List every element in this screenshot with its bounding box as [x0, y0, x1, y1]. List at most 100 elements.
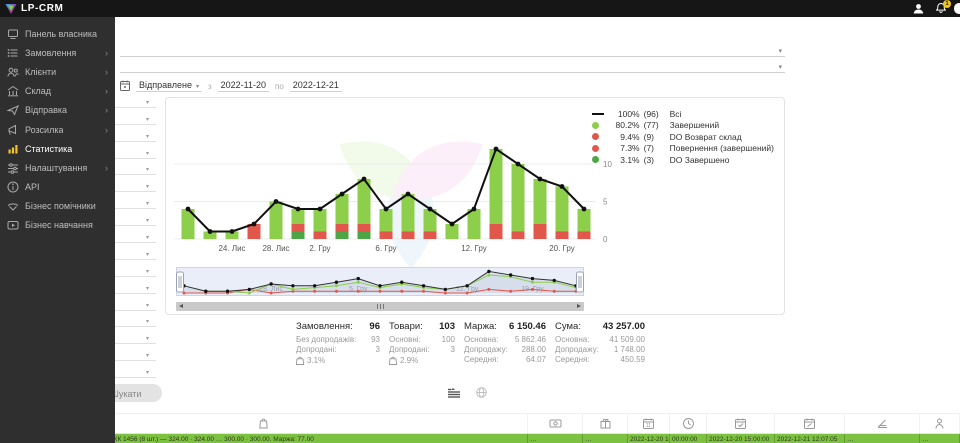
time-icon: [682, 417, 695, 430]
chat-icon-partial[interactable]: [954, 3, 960, 14]
sidebar: Панель власникаЗамовлення›Клієнти›Склад›…: [0, 17, 115, 443]
sidebar-item-api[interactable]: API: [0, 178, 115, 197]
date-from-input[interactable]: 2022-11-20: [218, 80, 269, 92]
order-row-cell: …: [528, 434, 583, 443]
chart-legend: 100%(96)Всі80.2%(77)Завершений9.4%(9)DO …: [592, 108, 774, 166]
clients-icon: [7, 66, 19, 78]
table-header-col-status-date[interactable]: [775, 414, 845, 433]
sidebar-item-statistics[interactable]: Статистика: [0, 139, 115, 158]
status-date-icon: [803, 417, 816, 430]
legend-item[interactable]: 9.4%(9)DO Возврат склад: [592, 131, 774, 143]
sidebar-item-warehouse[interactable]: Склад›: [0, 82, 115, 101]
legend-dot-marker: [592, 122, 599, 129]
top-bar: LP-CRM 1: [0, 0, 960, 17]
brand-logo[interactable]: LP-CRM: [0, 3, 63, 15]
products-filter-select[interactable]: ▾: [120, 40, 785, 57]
warehouse-icon: [7, 85, 19, 97]
sidebar-item-orders[interactable]: Замовлення›: [0, 43, 115, 62]
table-header-col-time[interactable]: [670, 414, 707, 433]
sidebar-item-clients[interactable]: Клієнти›: [0, 62, 115, 81]
order-row-cell: 2022-12-21 12:07:05: [775, 434, 845, 443]
legend-text: Повернення (завершений): [670, 143, 774, 153]
upsell-percent: 3.1%: [307, 356, 325, 365]
legend-text: (9): [644, 132, 670, 142]
svg-text:24. Лис: 24. Лис: [218, 244, 245, 253]
date-type-value: Відправлене: [139, 80, 192, 90]
lp-crm-statistics-page: LP-CRM 1 ▾▾▾▾▾▾▾▾▾▾▾▾▾▾▾▾▾▾ Шукати Панел…: [0, 0, 960, 443]
chevron-down-icon: ▾: [146, 268, 149, 275]
sidebar-item-shipping[interactable]: Відправка›: [0, 101, 115, 120]
order-row-cell: 00:00:00: [670, 434, 707, 443]
chevron-down-icon: ▾: [146, 352, 149, 359]
legend-text: (96): [644, 109, 670, 119]
scrollbar-grip[interactable]: [380, 304, 381, 309]
order-row-cell: …: [845, 434, 920, 443]
table-header-col-payment[interactable]: [528, 414, 583, 433]
chevron-down-icon: ▾: [146, 285, 149, 292]
legend-dot-marker: [592, 133, 599, 140]
sidebar-item-settings[interactable]: Налаштування›: [0, 158, 115, 177]
chevron-down-icon: ▾: [146, 234, 149, 241]
scroll-right-icon[interactable]: [577, 304, 581, 308]
cart-icon: [257, 417, 270, 430]
orders-table-header: 11: [0, 413, 960, 434]
date-to-input[interactable]: 2022-12-21: [290, 80, 342, 92]
sidebar-item-label: Склад: [25, 86, 51, 96]
chevron-right-icon: ›: [105, 125, 108, 135]
legend-text: 80.2%: [608, 120, 644, 130]
table-view-icon[interactable]: [448, 388, 460, 398]
table-header-col-sort[interactable]: [845, 414, 920, 433]
scroll-left-icon[interactable]: [179, 304, 183, 308]
table-header-col-manager[interactable]: [920, 414, 960, 433]
stat-value: 96: [369, 321, 380, 332]
sidebar-item-label: Бізнес навчання: [25, 220, 93, 230]
legend-text: DO Возврат склад: [670, 132, 774, 142]
orders-icon: [7, 47, 19, 59]
helpers-icon: [7, 200, 19, 212]
sidebar-item-label: Розсилка: [25, 125, 63, 135]
notifications-bell[interactable]: 1: [936, 3, 946, 14]
order-row-cell: …: [920, 434, 960, 443]
legend-text: (77): [644, 120, 670, 130]
orders-table-row[interactable]: Руслан … — 1 шт.: Magic Tracks … з КК 14…: [0, 434, 960, 443]
sidebar-item-label: Панель власника: [25, 29, 97, 39]
sidebar-item-helpers[interactable]: Бізнес помічники: [0, 197, 115, 216]
table-header-col-ship-date[interactable]: [707, 414, 775, 433]
globe-view-icon[interactable]: [476, 387, 487, 398]
chevron-down-icon: ▾: [146, 150, 149, 157]
legend-text: (3): [644, 155, 670, 165]
lp-crm-logo-icon: [5, 3, 17, 15]
chevron-down-icon: ▾: [146, 318, 149, 325]
chevron-down-icon: ▾: [146, 183, 149, 190]
stat-margin: Маржа:6 150.46 Основна:5 862.46 Допродаж…: [464, 321, 546, 365]
legend-item[interactable]: 7.3%(7)Повернення (завершений): [592, 143, 774, 155]
table-header-col-created-date[interactable]: 11: [628, 414, 670, 433]
legend-item[interactable]: 100%(96)Всі: [592, 108, 774, 120]
legend-text: (7): [644, 143, 670, 153]
sidebar-item-training[interactable]: Бізнес навчання: [0, 216, 115, 235]
sort-icon: [876, 417, 889, 430]
legend-item[interactable]: 3.1%(3)DO Завершено: [592, 154, 774, 166]
statistics-icon: [7, 143, 19, 155]
chart-navigator[interactable]: 28. Лис5. Гру12. Гру19. Гру: [176, 267, 584, 301]
main-chart-plot[interactable]: 051024. Лис28. Лис2. Гру6. Гру12. Гру20.…: [172, 106, 624, 258]
table-header-col-delivery[interactable]: [583, 414, 628, 433]
stat-total: Сума:43 257.00 Основна:41 509.00 Допрода…: [555, 321, 645, 365]
api-icon: [7, 181, 19, 193]
user-avatar-icon[interactable]: [913, 3, 924, 14]
sidebar-item-mailing[interactable]: Розсилка ›: [0, 120, 115, 139]
legend-item[interactable]: 80.2%(77)Завершений: [592, 120, 774, 132]
svg-text:5: 5: [603, 198, 608, 207]
ship-date-icon: [734, 417, 747, 430]
statuses-filter-select[interactable]: ▾: [120, 56, 785, 73]
payment-icon: [549, 417, 562, 430]
mailing-icon: [7, 124, 19, 136]
sidebar-item-dashboard[interactable]: Панель власника: [0, 24, 115, 43]
stat-goods: Товари:103 Основні:100 Допродані:3 2.9%: [389, 321, 455, 365]
svg-text:11: 11: [646, 423, 651, 429]
sidebar-item-label: Статистика: [25, 144, 72, 154]
chart-scrollbar[interactable]: [176, 302, 584, 311]
chevron-down-icon: ▾: [146, 166, 149, 173]
svg-text:20. Гру: 20. Гру: [549, 244, 575, 253]
shipping-icon: [7, 104, 19, 116]
